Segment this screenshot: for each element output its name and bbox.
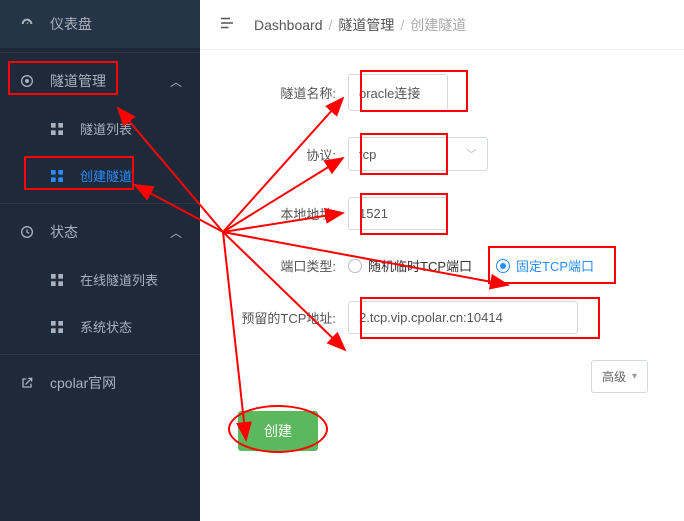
chevron-down-icon: ▾ [632,371,637,382]
sidebar-label-dashboard: 仪表盘 [50,14,92,34]
row-local-addr: 本地地址: 1521 [218,197,666,230]
sidebar-item-create-tunnel[interactable]: 创建隧道 [0,152,200,199]
breadcrumb-leaf: 创建隧道 [410,15,466,35]
sidebar-item-online-tunnels[interactable]: 在线隧道列表 [0,256,200,303]
input-reserved-tcp[interactable]: 2.tcp.vip.cpolar.cn:10414 [348,301,578,334]
create-button[interactable]: 创建 [238,411,318,451]
external-link-icon [18,374,36,392]
label-tunnel-name: 隧道名称: [218,83,348,102]
grid-icon [48,120,66,138]
breadcrumb-root[interactable]: Dashboard [254,17,323,33]
sidebar-label-tunnel-mgmt: 隧道管理 [50,71,106,91]
sidebar: 仪表盘 隧道管理 ︿ 隧道列表 创建隧道 状态 ︿ 在线隧道列表 [0,0,200,521]
radio-fixed-port[interactable]: 固定TCP端口 [496,256,594,275]
radio-label-fixed: 固定TCP端口 [516,256,594,275]
sidebar-label-online-tunnels: 在线隧道列表 [80,270,158,289]
row-create: 创建 [218,411,666,451]
input-tunnel-name[interactable]: oracle连接 [348,74,448,111]
row-protocol: 协议: tcp ﹀ [218,137,666,171]
sidebar-item-status[interactable]: 状态 ︿ [0,208,200,256]
label-port-type: 端口类型: [218,256,348,275]
row-port-type: 端口类型: 随机临时TCP端口 固定TCP端口 [218,256,666,275]
radio-dot-icon [348,259,362,273]
sidebar-item-tunnel-mgmt[interactable]: 隧道管理 ︿ [0,57,200,105]
label-reserved-tcp: 预留的TCP地址: [218,308,348,327]
advanced-label: 高级 [602,368,626,385]
sidebar-item-system-status[interactable]: 系统状态 [0,303,200,350]
breadcrumb-mid[interactable]: 隧道管理 [338,15,394,35]
grid-icon [48,318,66,336]
status-icon [18,223,36,241]
main-panel: Dashboard / 隧道管理 / 创建隧道 隧道名称: oracle连接 协… [200,0,684,521]
gauge-icon [18,15,36,33]
chevron-up-icon: ︿ [170,73,182,90]
grid-icon [48,167,66,185]
label-local-addr: 本地地址: [218,204,348,223]
radio-dot-icon [496,259,510,273]
select-protocol[interactable]: tcp ﹀ [348,137,488,171]
sidebar-item-tunnel-list[interactable]: 隧道列表 [0,105,200,152]
sidebar-item-dashboard[interactable]: 仪表盘 [0,0,200,48]
topbar: Dashboard / 隧道管理 / 创建隧道 [200,0,684,50]
input-local-addr[interactable]: 1521 [348,197,448,230]
breadcrumb-sep: / [329,17,333,33]
sidebar-label-create-tunnel: 创建隧道 [80,166,132,185]
radio-random-port[interactable]: 随机临时TCP端口 [348,256,472,275]
target-icon [18,72,36,90]
sidebar-label-system-status: 系统状态 [80,317,132,336]
sidebar-label-status: 状态 [50,222,78,242]
advanced-button[interactable]: 高级 ▾ [591,360,648,393]
sidebar-item-cpolar-site[interactable]: cpolar官网 [0,359,200,407]
grid-icon [48,271,66,289]
sidebar-label-cpolar-site: cpolar官网 [50,373,116,393]
radio-label-random: 随机临时TCP端口 [368,256,472,275]
sidebar-label-tunnel-list: 隧道列表 [80,119,132,138]
chevron-up-icon: ︿ [170,224,182,241]
radio-group-port-type: 随机临时TCP端口 固定TCP端口 [348,256,594,275]
row-advanced: 高级 ▾ [218,360,666,393]
chevron-down-icon: ﹀ [466,146,477,162]
label-protocol: 协议: [218,145,348,164]
form-area: 隧道名称: oracle连接 协议: tcp ﹀ 本地地址: 1521 [200,50,684,477]
select-protocol-value: tcp [359,147,376,162]
row-reserved-tcp: 预留的TCP地址: 2.tcp.vip.cpolar.cn:10414 [218,301,666,334]
menu-toggle-icon[interactable] [218,14,236,35]
row-tunnel-name: 隧道名称: oracle连接 [218,74,666,111]
breadcrumb-sep: / [400,17,404,33]
